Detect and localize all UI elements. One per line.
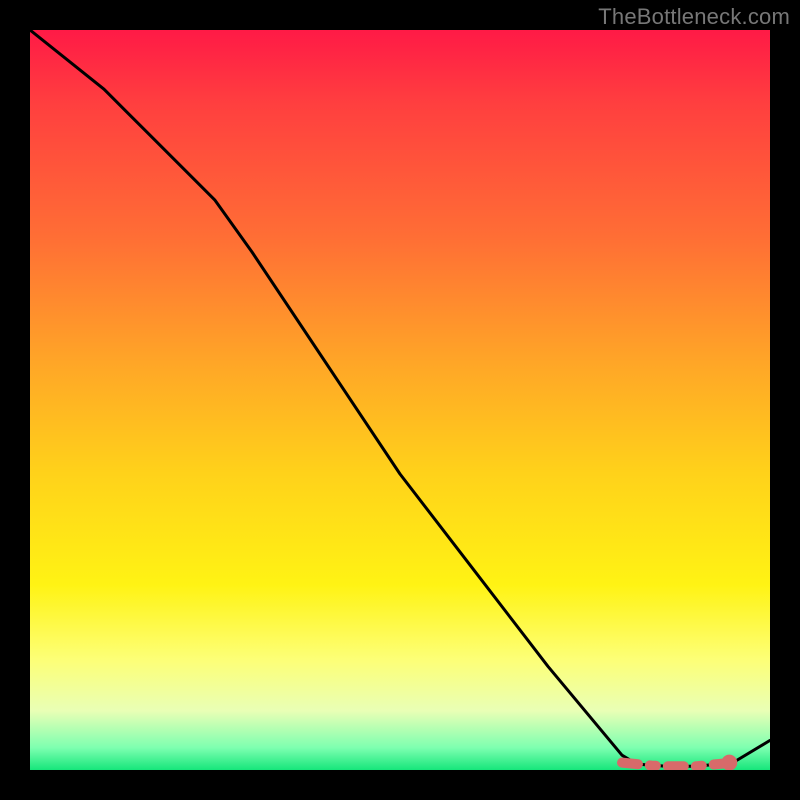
plot-area bbox=[30, 30, 770, 770]
current-config-dot bbox=[721, 755, 737, 770]
watermark-text: TheBottleneck.com bbox=[598, 4, 790, 30]
optimal-range-dashed bbox=[622, 763, 726, 767]
chart-overlay bbox=[30, 30, 770, 770]
bottleneck-curve bbox=[30, 30, 770, 766]
chart-frame: TheBottleneck.com bbox=[0, 0, 800, 800]
